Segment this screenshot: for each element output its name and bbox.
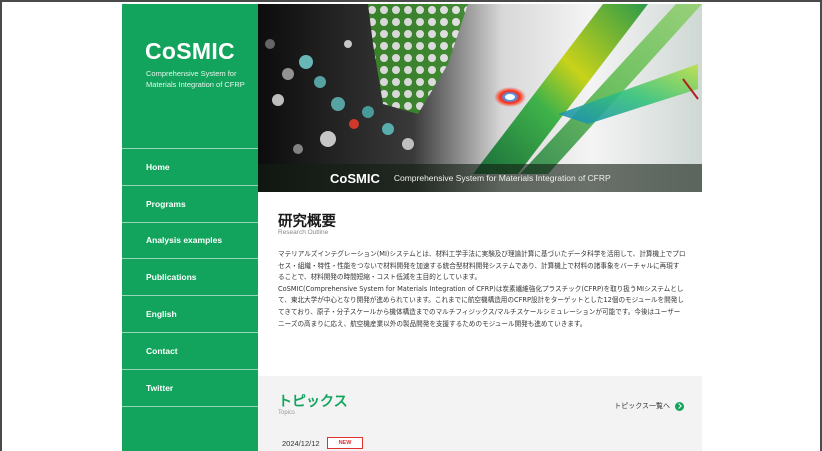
sidebar: CoSMIC Comprehensive System for Material…	[122, 4, 258, 451]
topics-subtitle: Topics	[278, 410, 296, 416]
topics-section: トピックス Topics トピックス一覧へ 2024/12/12 NEW	[258, 376, 702, 451]
site-logo[interactable]: CoSMIC	[145, 38, 235, 65]
nav-item-programs[interactable]: Programs	[122, 186, 258, 223]
topics-title: トピックス	[278, 394, 348, 410]
hero-banner: CoSMIC Comprehensive System for Material…	[258, 4, 702, 192]
nav-item-home[interactable]: Home	[122, 149, 258, 186]
research-subtitle: Research Outline	[278, 229, 329, 236]
hero-logo: CoSMIC	[330, 170, 380, 186]
nav-item-contact[interactable]: Contact	[122, 333, 258, 370]
site-logo-subtitle: Comprehensive System for Materials Integ…	[146, 69, 245, 89]
page-frame: CoSMIC Comprehensive System for Material…	[0, 0, 822, 451]
nav-item-twitter[interactable]: Twitter	[122, 370, 258, 407]
topics-list-link-label: トピックス一覧へ	[614, 402, 670, 410]
new-badge: NEW	[327, 437, 363, 449]
research-title: 研究概要	[278, 214, 336, 230]
research-paragraph: CoSMIC(Comprehensive System for Material…	[278, 284, 684, 328]
nav-item-english[interactable]: English	[122, 296, 258, 333]
hero-tagline: Comprehensive System for Materials Integ…	[393, 173, 611, 183]
arrow-right-icon	[675, 401, 684, 411]
topic-date: 2024/12/12	[282, 439, 320, 448]
sidebar-nav: Home Programs Analysis examples Publicat…	[122, 148, 258, 407]
research-body: マテリアルズインテグレーション(MI)システムとは、材料工学手法に実験及び理論計…	[278, 249, 686, 330]
topics-list-link[interactable]: トピックス一覧へ	[614, 401, 684, 411]
nav-item-publications[interactable]: Publications	[122, 259, 258, 297]
hero-caption-bar: CoSMIC Comprehensive System for Material…	[258, 164, 702, 192]
research-paragraph: マテリアルズインテグレーション(MI)システムとは、材料工学手法に実験及び理論計…	[278, 250, 686, 282]
nav-item-analysis-examples[interactable]: Analysis examples	[122, 223, 258, 260]
